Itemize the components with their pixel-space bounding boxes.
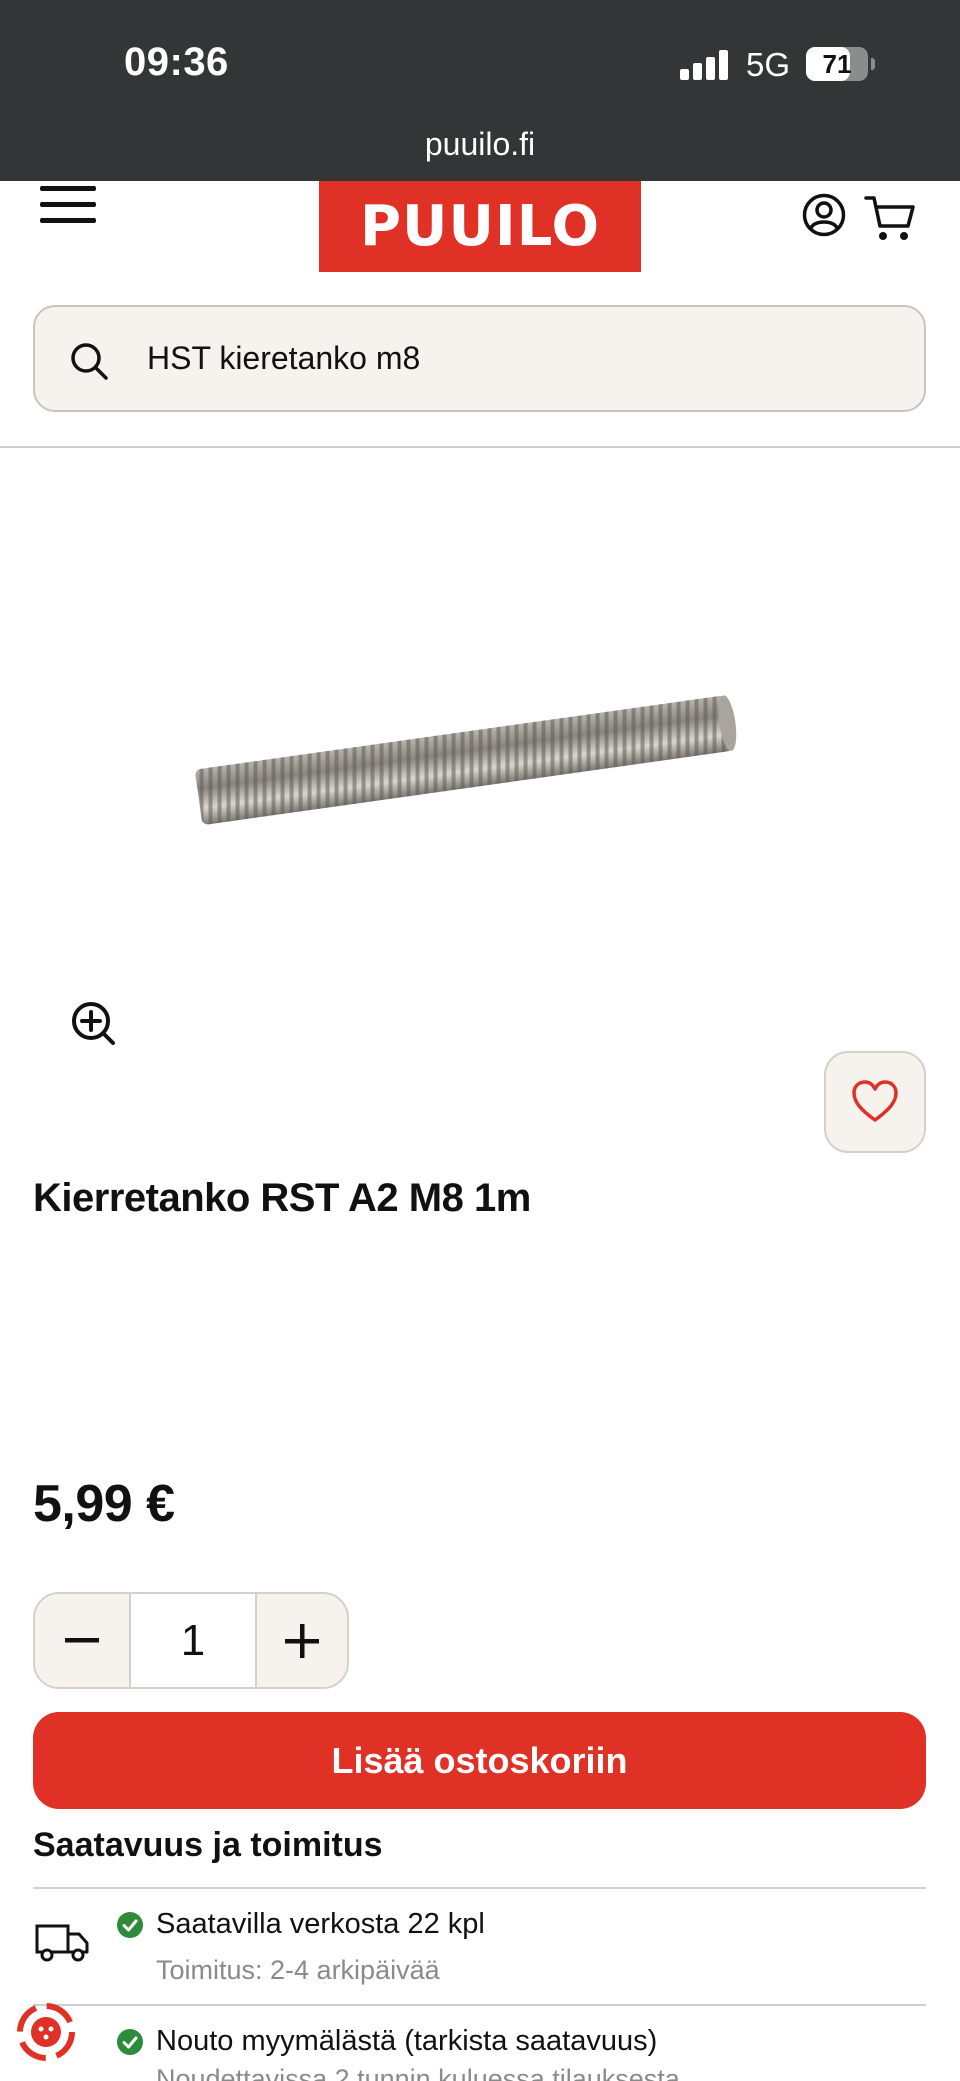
- search-icon: [71, 343, 108, 380]
- quantity-increase-button[interactable]: [255, 1594, 347, 1687]
- logo-text: PUUILO: [359, 194, 601, 259]
- delivery-time-label: Toimitus: 2-4 arkipäivää: [156, 1955, 440, 1985]
- quantity-decrease-button[interactable]: [35, 1594, 131, 1687]
- url-bar[interactable]: puuilo.fi: [0, 126, 960, 163]
- product-price: 5,99 €: [33, 1475, 175, 1533]
- account-icon[interactable]: [802, 193, 846, 237]
- store-pickup-label[interactable]: Nouto myymälästä (tarkista saatavuus): [156, 2025, 657, 2058]
- menu-icon[interactable]: [40, 186, 96, 226]
- online-availability-label: Saatavilla verkosta 22 kpl: [156, 1908, 485, 1940]
- divider: [33, 1887, 926, 1889]
- quantity-input[interactable]: 1: [131, 1594, 255, 1687]
- signal-icon: [680, 50, 730, 80]
- availability-title: Saatavuus ja toimitus: [33, 1826, 383, 1864]
- search-bar[interactable]: [33, 305, 926, 412]
- battery-level: 71: [822, 49, 852, 79]
- product-title: Kierretanko RST A2 M8 1m: [33, 1176, 531, 1220]
- logo[interactable]: PUUILO: [319, 181, 641, 272]
- check-icon: [117, 2029, 143, 2055]
- divider: [33, 2004, 926, 2006]
- favorite-button[interactable]: [824, 1051, 926, 1153]
- plus-icon: [285, 1623, 319, 1658]
- product-image[interactable]: [190, 680, 740, 840]
- header-divider: [0, 446, 960, 448]
- truck-icon: [35, 1924, 89, 1962]
- battery-tip: [871, 58, 875, 70]
- minus-icon: [65, 1637, 99, 1642]
- heart-icon: [852, 1080, 898, 1122]
- network-type: 5G: [746, 46, 791, 83]
- battery-icon: 71: [806, 47, 868, 81]
- search-input[interactable]: [147, 307, 887, 410]
- support-widget-icon[interactable]: [14, 2000, 78, 2064]
- cart-icon[interactable]: [864, 193, 916, 243]
- add-to-cart-button[interactable]: Lisää ostoskoriin: [33, 1712, 926, 1809]
- quantity-stepper: 1: [33, 1592, 349, 1689]
- zoom-in-icon[interactable]: [70, 1000, 116, 1046]
- check-icon: [117, 1912, 143, 1938]
- status-bar: 09:36 5G 71 puuilo.fi: [0, 0, 960, 181]
- status-time: 09:36: [124, 40, 229, 84]
- pickup-time-label: Noudettavissa 2 tunnin kuluessa tilaukse…: [156, 2064, 680, 2081]
